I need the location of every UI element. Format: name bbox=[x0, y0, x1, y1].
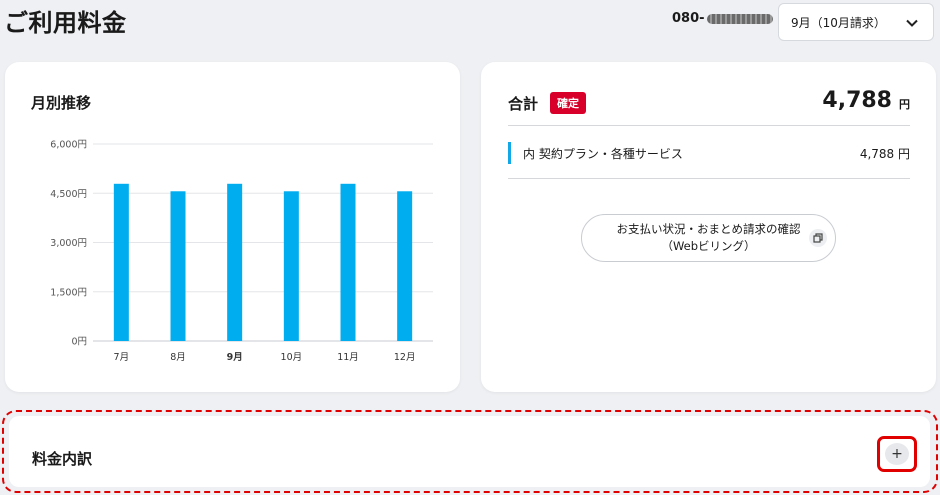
x-tick-label: 12月 bbox=[394, 352, 416, 363]
line-item: 内 契約プラン・各種サービス 4,788 円 bbox=[508, 142, 910, 164]
x-tick-label: 7月 bbox=[114, 352, 130, 363]
divider bbox=[508, 125, 910, 126]
chevron-down-icon bbox=[906, 19, 918, 27]
x-tick-label: 8月 bbox=[170, 352, 186, 363]
fee-breakdown-panel: 料金内訳 bbox=[9, 416, 930, 487]
line-item-label: 内 契約プラン・各種サービス bbox=[523, 146, 683, 161]
monthly-trend-card: 月別推移 6,000円 4,500円 3,000円 1,500円 0円 7月 8月 9月 10月… bbox=[5, 62, 460, 392]
bar-10月[interactable] bbox=[283, 191, 299, 341]
month-select[interactable]: 9月（10月請求） bbox=[778, 3, 934, 41]
bar-8月[interactable] bbox=[170, 191, 186, 341]
bar-12月[interactable] bbox=[397, 191, 413, 341]
y-tick-label: 1,500円 bbox=[50, 287, 87, 298]
y-tick-label: 6,000円 bbox=[50, 140, 87, 151]
bar-11月[interactable] bbox=[340, 183, 356, 341]
fee-breakdown-section: 料金内訳 bbox=[2, 410, 938, 493]
fee-breakdown-title: 料金内訳 bbox=[32, 450, 93, 468]
x-tick-label: 10月 bbox=[281, 352, 303, 363]
month-select-value: 9月（10月請求） bbox=[791, 15, 886, 30]
x-tick-label: 11月 bbox=[337, 352, 359, 363]
line-item-amount: 4,788 円 bbox=[859, 146, 910, 161]
x-tick-label: 9月 bbox=[227, 352, 243, 363]
status-badge: 確定 bbox=[550, 92, 586, 114]
page-title: ご利用料金 bbox=[4, 9, 127, 37]
line-item-marker bbox=[508, 142, 511, 164]
external-link-icon bbox=[809, 229, 827, 247]
total-amount: 4,788 bbox=[822, 88, 892, 113]
payment-button-line1: お支払い状況・おまとめ請求の確認 bbox=[616, 222, 801, 236]
payment-button-line2: （Webビリング） bbox=[661, 239, 756, 253]
monthly-bar-chart: 6,000円 4,500円 3,000円 1,500円 0円 7月 8月 9月 10月 11月 12… bbox=[50, 140, 433, 363]
total-label: 合計 bbox=[508, 95, 539, 113]
bar-7月[interactable] bbox=[113, 183, 129, 341]
masked-number bbox=[706, 13, 773, 24]
divider bbox=[508, 178, 910, 179]
y-tick-label: 0円 bbox=[71, 337, 87, 348]
plus-icon[interactable]: + bbox=[885, 443, 909, 465]
phone-number: 080- bbox=[672, 11, 773, 26]
total-card: 合計 確定 4,788 円 内 契約プラン・各種サービス 4,788 円 お支払… bbox=[481, 62, 936, 392]
total-unit: 円 bbox=[899, 98, 910, 111]
bar-9月[interactable] bbox=[227, 183, 243, 341]
y-tick-label: 4,500円 bbox=[50, 189, 87, 200]
phone-prefix: 080- bbox=[672, 11, 705, 26]
payment-status-button[interactable]: お支払い状況・おまとめ請求の確認 （Webビリング） bbox=[581, 214, 836, 262]
y-tick-label: 3,000円 bbox=[50, 238, 87, 249]
